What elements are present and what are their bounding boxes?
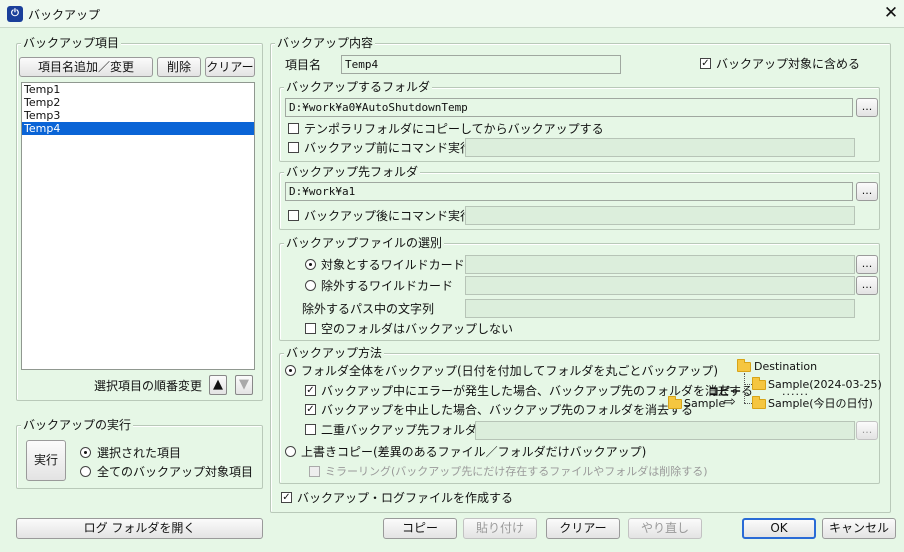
source-group-label: バックアップするフォルダ	[284, 80, 433, 94]
list-item[interactable]: Temp1	[22, 83, 254, 96]
pre-cmd-field[interactable]	[465, 138, 855, 157]
close-icon[interactable]: ✕	[880, 2, 902, 24]
post-cmd-field[interactable]	[465, 206, 855, 225]
list-item-selected[interactable]: Temp4	[22, 122, 254, 135]
post-cmd-checkbox[interactable]	[288, 210, 299, 221]
redo-button[interactable]: やり直し	[628, 518, 702, 539]
radio-selected-items[interactable]	[80, 447, 91, 458]
folder-icon	[737, 359, 751, 372]
window-title: バックアップ	[28, 8, 101, 22]
title-bar	[0, 0, 904, 28]
copy-button[interactable]: コピー	[383, 518, 457, 539]
full-backup-label: フォルダ全体をバックアップ(日付を付加してフォルダを丸ごとバックアップ)	[301, 364, 719, 378]
source-path-field[interactable]: D:¥work¥a0¥AutoShutdownTemp	[285, 98, 853, 117]
pre-cmd-checkbox[interactable]	[288, 142, 299, 153]
tree-line	[744, 373, 745, 403]
add-item-button[interactable]: 項目名追加／変更	[19, 57, 153, 77]
list-item[interactable]: Temp2	[22, 96, 254, 109]
mirror-label: ミラーリング(バックアップ先にだけ存在するファイルやフォルダは削除する)	[325, 465, 708, 478]
temp-copy-checkbox[interactable]	[288, 123, 299, 134]
exclude-wildcard-browse[interactable]: ...	[856, 276, 878, 295]
err-delete-label: バックアップ中にエラーが発生した場合、バックアップ先のフォルダを消去する	[321, 384, 754, 398]
folder-icon	[752, 377, 766, 390]
clear-items-button[interactable]: クリアー	[205, 57, 255, 77]
include-label: バックアップ対象に含める	[716, 57, 861, 71]
move-up-icon[interactable]: ▲	[209, 375, 227, 395]
diagram-destination: Destination	[754, 360, 818, 373]
cancel-button[interactable]: キャンセル	[822, 518, 896, 539]
double-dest-checkbox[interactable]	[305, 424, 316, 435]
delete-button[interactable]: 削除	[157, 57, 201, 77]
pre-cmd-label: バックアップ前にコマンド実行	[304, 141, 473, 155]
item-name-field[interactable]: Temp4	[341, 55, 621, 74]
radio-include-wildcard[interactable]	[305, 259, 316, 270]
move-down-icon[interactable]: ▼	[235, 375, 253, 395]
items-list[interactable]: Temp1 Temp2 Temp3 Temp4	[21, 82, 255, 370]
content-group-label: バックアップ内容	[275, 36, 376, 50]
skip-empty-checkbox[interactable]	[305, 323, 316, 334]
dest-group-label: バックアップ先フォルダ	[284, 165, 421, 179]
open-log-folder-button[interactable]: ログ フォルダを開く	[16, 518, 263, 539]
double-dest-browse[interactable]: ...	[856, 421, 878, 440]
temp-copy-label: テンポラリフォルダにコピーしてからバックアップする	[304, 122, 604, 136]
diagram-sample: Sample	[684, 397, 726, 410]
skip-empty-label: 空のフォルダはバックアップしない	[321, 322, 514, 336]
include-checkbox[interactable]: ✓	[700, 58, 711, 69]
mirror-checkbox[interactable]	[309, 466, 320, 477]
list-item[interactable]: Temp3	[22, 109, 254, 122]
folder-icon	[668, 396, 682, 409]
radio-exclude-wildcard[interactable]	[305, 280, 316, 291]
dest-browse-button[interactable]: ...	[856, 182, 878, 201]
exec-group-label: バックアップの実行	[21, 418, 134, 432]
overwrite-label: 上書きコピー(差異のあるファイル／フォルダだけバックアップ)	[301, 445, 647, 459]
post-cmd-label: バックアップ後にコマンド実行	[304, 209, 473, 223]
include-wildcard-field[interactable]	[465, 255, 855, 274]
tree-line	[744, 403, 752, 404]
radio-all-items[interactable]	[80, 466, 91, 477]
log-file-checkbox[interactable]: ✓	[281, 492, 292, 503]
log-file-label: バックアップ・ログファイルを作成する	[297, 491, 514, 505]
exclude-wildcard-label: 除外するワイルドカード	[321, 279, 454, 293]
include-wildcard-label: 対象とするワイルドカード	[321, 258, 465, 272]
dest-path-field[interactable]: D:¥work¥a1	[285, 182, 853, 201]
folder-icon	[752, 396, 766, 409]
double-dest-label: 二重バックアップ先フォルダ	[321, 423, 478, 437]
radio-full-backup[interactable]	[285, 365, 296, 376]
reorder-label: 選択項目の順番変更	[94, 379, 203, 393]
exclude-wildcard-field[interactable]	[465, 276, 855, 295]
radio-all-label: 全てのバックアップ対象項目	[97, 465, 254, 479]
selection-group-label: バックアップファイルの選別	[284, 236, 445, 250]
items-group-label: バックアップ項目	[21, 36, 122, 50]
clear-button[interactable]: クリアー	[546, 518, 620, 539]
radio-overwrite[interactable]	[285, 446, 296, 457]
item-name-label: 項目名	[285, 58, 322, 72]
radio-selected-label: 選択された項目	[97, 446, 182, 460]
include-wildcard-browse[interactable]: ...	[856, 255, 878, 274]
source-browse-button[interactable]: ...	[856, 98, 878, 117]
paste-button[interactable]: 貼り付け	[463, 518, 537, 539]
app-icon: ⏻	[7, 6, 23, 22]
err-delete-checkbox[interactable]: ✓	[305, 385, 316, 396]
exclude-path-field[interactable]	[465, 299, 855, 318]
arrow-right-icon: ⇨	[724, 394, 736, 410]
diagram-sample-today: Sample(今日の日付)	[768, 397, 873, 410]
execute-button[interactable]: 実行	[26, 440, 66, 481]
exclude-path-label: 除外するパス中の文字列	[302, 302, 435, 316]
double-dest-field[interactable]	[475, 421, 855, 440]
tree-line	[744, 384, 752, 385]
cancel-delete-label: バックアップを中止した場合、バックアップ先のフォルダを消去する	[321, 403, 694, 417]
ok-button[interactable]: OK	[742, 518, 816, 539]
cancel-delete-checkbox[interactable]: ✓	[305, 404, 316, 415]
method-group-label: バックアップ方法	[284, 346, 385, 360]
